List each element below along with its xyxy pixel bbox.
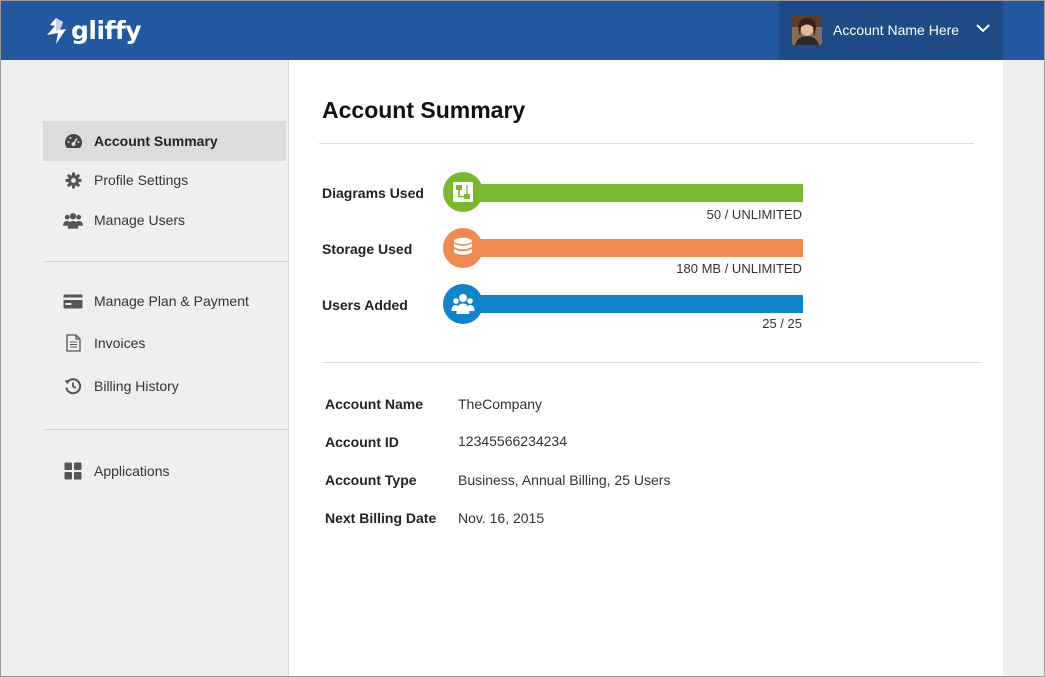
avatar	[792, 15, 822, 45]
usage-label-users: Users Added	[322, 297, 408, 313]
apps-grid-icon	[63, 461, 83, 481]
document-icon	[63, 333, 83, 353]
diagrams-usage-bar	[459, 184, 803, 202]
sidebar-item-label: Invoices	[94, 335, 146, 351]
usage-divider	[322, 362, 982, 363]
logo-text: gliffy	[71, 15, 142, 45]
chevron-down-icon[interactable]	[976, 23, 990, 33]
group-icon	[443, 284, 483, 324]
users-icon	[63, 210, 83, 230]
gear-icon	[63, 170, 83, 190]
sidebar-item-label: Profile Settings	[94, 172, 189, 188]
sidebar-item-label: Billing History	[94, 378, 179, 394]
history-icon	[63, 376, 83, 396]
detail-value-account-name: TheCompany	[458, 396, 543, 412]
gliffy-logo-icon	[47, 18, 66, 44]
sidebar-item-manage-users[interactable]: Manage Users	[43, 200, 286, 240]
account-menu[interactable]: Account Name Here	[779, 0, 1003, 60]
detail-value-next-billing-date: Nov. 16, 2015	[458, 510, 545, 526]
sidebar-item-label: Manage Plan & Payment	[94, 293, 249, 309]
database-icon	[443, 228, 483, 268]
detail-key-account-type: Account Type	[325, 472, 417, 488]
usage-label-diagrams: Diagrams Used	[322, 185, 424, 201]
users-usage-bar	[459, 295, 803, 313]
sidebar-item-billing-history[interactable]: Billing History	[43, 366, 286, 406]
detail-value-account-id: 12345566234234	[458, 433, 568, 449]
right-gutter	[1003, 60, 1045, 677]
account-name: Account Name Here	[833, 22, 960, 38]
top-header: gliffy Account Name Here	[0, 0, 1045, 60]
sidebar-item-label: Applications	[94, 463, 170, 479]
storage-usage-bar	[459, 239, 803, 257]
sidebar: Account Summary Profile Settings Manage …	[0, 60, 288, 677]
gliffy-logo[interactable]: gliffy	[44, 15, 142, 47]
sidebar-divider	[44, 429, 288, 430]
main-content: Account Summary Diagrams Used 50 / UNLIM…	[288, 60, 1003, 677]
detail-value-account-type: Business, Annual Billing, 25 Users	[458, 472, 671, 488]
sidebar-item-profile-settings[interactable]: Profile Settings	[43, 160, 286, 200]
detail-key-next-billing-date: Next Billing Date	[325, 510, 437, 526]
sidebar-item-label: Manage Users	[94, 212, 186, 228]
dashboard-icon	[63, 131, 83, 151]
diagram-icon	[443, 172, 483, 212]
credit-card-icon	[63, 291, 83, 311]
usage-label-storage: Storage Used	[322, 241, 413, 257]
usage-value-users: 25 / 25	[762, 316, 802, 331]
sidebar-item-invoices[interactable]: Invoices	[43, 323, 286, 363]
sidebar-divider	[44, 261, 288, 262]
detail-key-account-name: Account Name	[325, 396, 424, 412]
sidebar-item-label: Account Summary	[94, 133, 218, 149]
usage-value-storage: 180 MB / UNLIMITED	[676, 261, 802, 276]
page-title: Account Summary	[322, 97, 526, 123]
detail-key-account-id: Account ID	[325, 434, 399, 450]
sidebar-item-applications[interactable]: Applications	[43, 451, 286, 491]
sidebar-item-manage-plan-payment[interactable]: Manage Plan & Payment	[43, 281, 286, 321]
usage-value-diagrams: 50 / UNLIMITED	[706, 207, 802, 222]
title-divider	[319, 143, 974, 144]
sidebar-item-account-summary[interactable]: Account Summary	[43, 121, 286, 161]
